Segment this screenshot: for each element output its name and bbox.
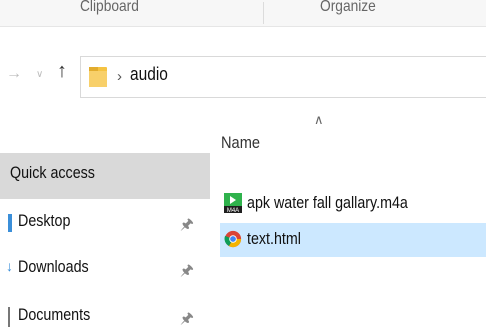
pin-icon[interactable]: 🖈 (180, 308, 194, 333)
quick-access-item[interactable]: Quick access (0, 153, 210, 199)
breadcrumb-chevron-icon[interactable]: › (117, 68, 122, 85)
sidebar-item-label: Documents (18, 305, 91, 324)
quick-access-label: Quick access (10, 163, 95, 182)
breadcrumb-audio[interactable]: audio (130, 64, 168, 85)
sidebar-item-documents[interactable]: Documents 🖈 (0, 302, 210, 332)
sort-ascending-icon: ∧ (314, 112, 324, 127)
chevron-down-icon[interactable]: ∨ (36, 67, 43, 83)
file-name: text.html (247, 229, 301, 248)
pin-icon[interactable]: 🖈 (180, 214, 194, 239)
sidebar-item-desktop[interactable]: Desktop 🖈 (0, 208, 210, 238)
svg-text:M4A: M4A (227, 208, 239, 213)
sidebar-item-label: Desktop (18, 211, 71, 230)
downloads-icon: ↓ (6, 258, 13, 274)
folder-icon (89, 67, 107, 87)
pin-icon[interactable]: 🖈 (180, 260, 194, 285)
back-arrow-icon[interactable]: → (6, 66, 22, 82)
sidebar-item-label: Downloads (18, 257, 89, 276)
desktop-icon (8, 214, 12, 232)
navigation-pane: Quick access Desktop 🖈 ↓ Downloads 🖈 Doc… (0, 108, 212, 335)
m4a-file-icon: M4A (224, 193, 242, 213)
file-row[interactable]: M4A apk water fall gallary.m4a (220, 187, 486, 221)
ribbon-divider (263, 2, 264, 24)
ribbon-group-organize: Organize (320, 0, 376, 15)
file-row-selected[interactable]: text.html (220, 223, 486, 257)
file-name: apk water fall gallary.m4a (247, 193, 408, 212)
ribbon-group-labels: Clipboard Organize (0, 0, 486, 27)
documents-icon (8, 307, 13, 327)
column-header-name[interactable]: Name (221, 133, 260, 153)
ribbon-group-clipboard: Clipboard (80, 0, 139, 15)
sidebar-item-downloads[interactable]: ↓ Downloads 🖈 (0, 254, 210, 284)
up-arrow-icon[interactable]: ↑ (57, 61, 67, 81)
chrome-html-icon (224, 230, 242, 248)
navigation-bar: → ∨ ↑ › audio (0, 42, 486, 108)
